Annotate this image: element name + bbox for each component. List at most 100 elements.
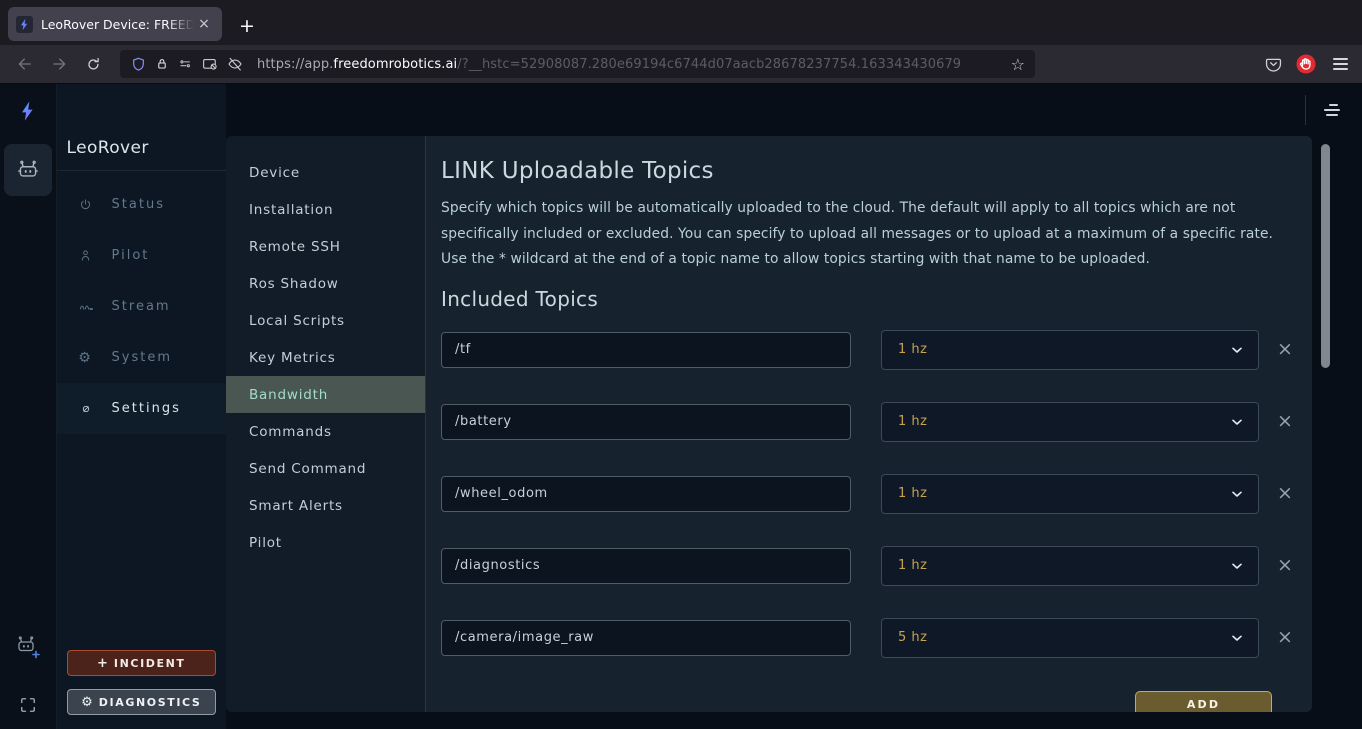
rate-value: 1 hz [898, 558, 927, 573]
topic-row: 1 hz × [441, 331, 1297, 369]
topic-name-input[interactable] [441, 476, 851, 512]
chevron-down-icon [1229, 486, 1245, 502]
content-blocker-hand-icon[interactable] [1295, 53, 1317, 75]
rate-select[interactable]: 1 hz [881, 330, 1259, 370]
topic-name-input[interactable] [441, 404, 851, 440]
topic-row: 5 hz × [441, 619, 1297, 657]
bandwidth-settings-main: LINK Uploadable Topics Specify which top… [426, 136, 1312, 712]
fullscreen-icon[interactable] [18, 695, 38, 715]
browser-toolbar: https://app.freedomrobotics.ai/?__hstc=5… [0, 45, 1362, 84]
toolbar-right-cluster [1264, 53, 1352, 75]
remove-topic-icon[interactable]: × [1273, 412, 1297, 431]
rover-icon [15, 157, 41, 183]
submenu-item-device[interactable]: Device [226, 154, 425, 191]
rate-select[interactable]: 5 hz [881, 618, 1259, 658]
url-text: https://app.freedomrobotics.ai/?__hstc=5… [257, 57, 1005, 72]
submenu-item-smart-alerts[interactable]: Smart Alerts [226, 487, 425, 524]
reload-button[interactable] [78, 50, 108, 78]
nav-label: Stream [112, 299, 171, 314]
page-title: LINK Uploadable Topics [441, 158, 1297, 184]
add-row: ADD [441, 691, 1297, 712]
url-bar[interactable]: https://app.freedomrobotics.ai/?__hstc=5… [120, 50, 1035, 78]
eye-slash-icon[interactable] [226, 55, 244, 73]
nav-label: Settings [112, 401, 181, 416]
topic-row: 1 hz × [441, 475, 1297, 513]
nav-item-settings[interactable]: Settings [57, 383, 226, 434]
submenu-item-remote-ssh[interactable]: Remote SSH [226, 228, 425, 265]
included-topics-heading: Included Topics [441, 287, 1297, 311]
rate-select[interactable]: 1 hz [881, 546, 1259, 586]
submenu-item-pilot[interactable]: Pilot [226, 524, 425, 561]
topic-name-input[interactable] [441, 548, 851, 584]
topic-name-input[interactable] [441, 620, 851, 656]
settings-card: Device Installation Remote SSH Ros Shado… [226, 136, 1312, 712]
permissions-icon[interactable] [177, 56, 194, 73]
remove-topic-icon[interactable]: × [1273, 340, 1297, 359]
lock-icon[interactable] [154, 56, 170, 72]
submenu-item-commands[interactable]: Commands [226, 413, 425, 450]
cookie-blocked-icon[interactable] [201, 55, 219, 73]
menu-hamburger-icon[interactable] [1329, 54, 1352, 74]
scrollbar-thumb[interactable] [1321, 144, 1330, 368]
content-region: Device Installation Remote SSH Ros Shado… [226, 84, 1362, 729]
nav-item-stream[interactable]: Stream [57, 281, 226, 332]
power-status-icon [77, 197, 95, 212]
remove-topic-icon[interactable]: × [1273, 484, 1297, 503]
settings-submenu: Device Installation Remote SSH Ros Shado… [226, 136, 426, 712]
nav-item-system[interactable]: ⚙ System [57, 332, 226, 383]
diagnostics-button-label: DIAGNOSTICS [99, 696, 202, 709]
incident-button[interactable]: + INCIDENT [67, 650, 216, 676]
chevron-down-icon [1229, 342, 1245, 358]
rate-select[interactable]: 1 hz [881, 474, 1259, 514]
stream-wave-icon [77, 299, 95, 315]
submenu-item-send-command[interactable]: Send Command [226, 450, 425, 487]
topic-name-input[interactable] [441, 332, 851, 368]
back-button[interactable] [10, 50, 40, 78]
topbar-divider [1305, 95, 1306, 125]
device-name-title: LeoRover [57, 84, 226, 170]
submenu-item-local-scripts[interactable]: Local Scripts [226, 302, 425, 339]
browser-tab[interactable]: LeoRover Device: FREED × [8, 7, 222, 41]
add-topic-button[interactable]: ADD [1135, 691, 1272, 712]
submenu-item-installation[interactable]: Installation [226, 191, 425, 228]
forward-button[interactable] [44, 50, 74, 78]
chevron-down-icon [1229, 630, 1245, 646]
remove-topic-icon[interactable]: × [1273, 556, 1297, 575]
filter-menu-icon[interactable] [1320, 100, 1344, 120]
rate-value: 1 hz [898, 414, 927, 429]
new-tab-button[interactable]: + [232, 11, 262, 41]
add-device-icon[interactable] [15, 633, 41, 659]
device-nav: Status Pilot Stream ⚙ System [57, 171, 226, 434]
submenu-item-key-metrics[interactable]: Key Metrics [226, 339, 425, 376]
incident-button-label: INCIDENT [114, 657, 186, 670]
person-pilot-icon [77, 248, 95, 263]
app-left-rail [0, 84, 57, 729]
diagnostics-button[interactable]: ⚙ DIAGNOSTICS [67, 689, 216, 715]
gear-icon: ⚙ [77, 350, 95, 366]
submenu-item-ros-shadow[interactable]: Ros Shadow [226, 265, 425, 302]
nav-item-pilot[interactable]: Pilot [57, 230, 226, 281]
plus-icon: + [97, 656, 108, 671]
app-root: LeoRover Status Pilot Stream [0, 84, 1362, 729]
settings-slash-circle-icon [77, 402, 95, 416]
bookmark-star-icon[interactable]: ☆ [1011, 55, 1025, 74]
browser-tab-bar: LeoRover Device: FREED × + [0, 0, 1362, 45]
nav-label: System [112, 350, 172, 365]
tracking-shield-icon[interactable] [130, 56, 147, 73]
nav-item-status[interactable]: Status [57, 179, 226, 230]
content-scrollbar[interactable] [1321, 140, 1330, 712]
pocket-icon[interactable] [1264, 55, 1283, 74]
app-top-bar [226, 84, 1362, 136]
submenu-item-bandwidth[interactable]: Bandwidth [226, 376, 425, 413]
tab-title: LeoRover Device: FREED [41, 17, 194, 32]
rate-value: 1 hz [898, 342, 927, 357]
rail-bottom-group [15, 633, 41, 715]
selected-device-tile[interactable] [4, 144, 52, 196]
topic-row: 1 hz × [441, 547, 1297, 585]
remove-topic-icon[interactable]: × [1273, 628, 1297, 647]
rate-select[interactable]: 1 hz [881, 402, 1259, 442]
freedom-robotics-logo-icon[interactable] [17, 100, 39, 122]
device-panel: LeoRover Status Pilot Stream [57, 84, 226, 729]
tab-close-icon[interactable]: × [194, 14, 214, 34]
topic-row: 1 hz × [441, 403, 1297, 441]
